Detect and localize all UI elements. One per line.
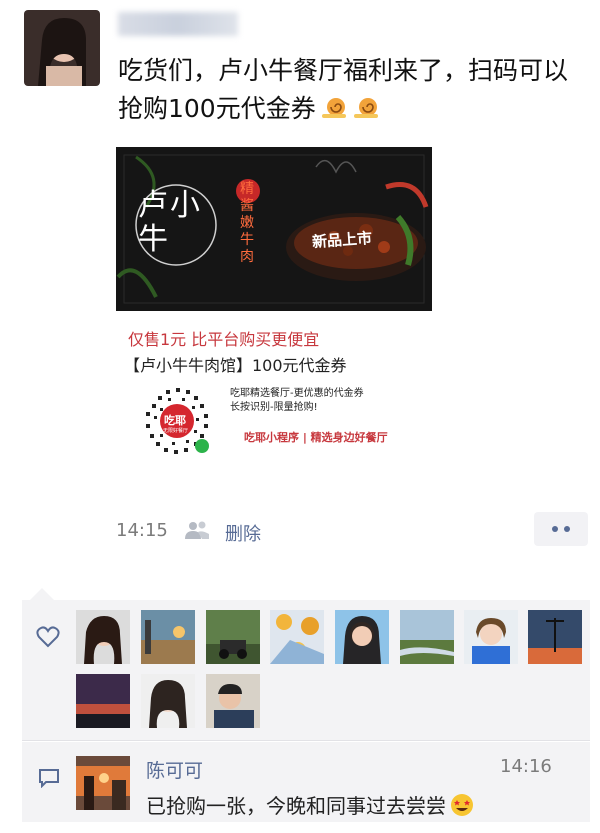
liker-avatar[interactable] xyxy=(464,610,518,664)
liker-avatar[interactable] xyxy=(141,610,195,664)
banner-vertical-slogan: 精酱嫩牛肉 xyxy=(240,181,254,265)
liker-avatar[interactable] xyxy=(335,610,389,664)
promo-description-1: 吃耶精选餐厅-更优惠的代金券 xyxy=(230,388,364,399)
likes-comments-divider xyxy=(22,740,590,741)
liker-avatar[interactable] xyxy=(206,674,260,728)
mini-program-qr-code[interactable]: 吃耶 无限好餐厅 xyxy=(138,382,216,460)
snail-emoji-icon xyxy=(321,98,346,118)
heart-icon xyxy=(36,626,60,648)
comment-timestamp: 14:16 xyxy=(500,756,552,777)
comment-text-content: 已抢购一张，今晚和同事过去尝尝 xyxy=(146,794,446,818)
poster-username-blurred[interactable] xyxy=(118,12,238,36)
liker-avatar[interactable] xyxy=(270,610,324,664)
more-actions-button[interactable] xyxy=(534,512,588,546)
qr-center-label: 吃耶 xyxy=(164,414,186,427)
commenter-avatar[interactable] xyxy=(76,756,130,810)
promo-banner-image[interactable]: 卢小牛 精酱嫩牛肉 新品上市 xyxy=(116,147,432,311)
snail-emoji-icon xyxy=(353,98,378,118)
promo-title-line: 【卢小牛牛肉馆】100元代金券 xyxy=(124,356,347,375)
banner-new-badge: 新品上市 xyxy=(311,228,373,252)
mini-program-tagline: 吃耶小程序 | 精选身边好餐厅 xyxy=(244,431,388,444)
post-timestamp: 14:15 xyxy=(116,520,168,541)
comment-author[interactable]: 陈可可 xyxy=(146,756,203,783)
post-text: 吃货们，卢小牛餐厅福利来了，扫码可以抢购100元代金券 xyxy=(118,52,588,128)
comment-icon xyxy=(39,769,59,788)
poster-avatar[interactable] xyxy=(24,10,100,86)
liker-avatar[interactable] xyxy=(400,610,454,664)
promo-description-2: 长按识别-限量抢购! xyxy=(230,402,318,413)
comment-text: 已抢购一张，今晚和同事过去尝尝 xyxy=(146,790,474,819)
liker-avatar[interactable] xyxy=(76,674,130,728)
visibility-friends-icon[interactable] xyxy=(184,520,210,540)
liker-avatar[interactable] xyxy=(528,610,582,664)
banner-brand: 卢小牛 xyxy=(138,188,202,257)
liker-avatar[interactable] xyxy=(206,610,260,664)
star-struck-emoji-icon xyxy=(451,794,473,816)
liker-avatar[interactable] xyxy=(76,610,130,664)
qr-center-sublabel: 无限好餐厅 xyxy=(163,428,189,434)
promo-price-line: 仅售1元 比平台购买更便宜 xyxy=(128,330,320,349)
delete-post-link[interactable]: 删除 xyxy=(225,520,261,546)
liker-avatar[interactable] xyxy=(141,674,195,728)
